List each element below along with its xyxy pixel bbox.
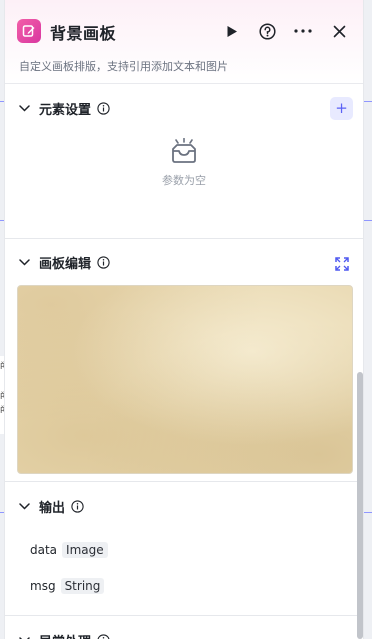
- output-name: data: [30, 543, 58, 557]
- info-icon[interactable]: [96, 101, 110, 115]
- output-type-tag: String: [60, 578, 105, 594]
- fullscreen-icon[interactable]: [335, 256, 349, 271]
- section-header[interactable]: 输出: [5, 482, 363, 530]
- info-icon[interactable]: [70, 499, 84, 513]
- run-button[interactable]: [221, 20, 243, 42]
- output-name: msg: [30, 579, 56, 593]
- vertical-scrollbar[interactable]: [357, 372, 363, 639]
- chevron-down-icon[interactable]: [17, 633, 31, 639]
- background-connector: [364, 101, 372, 102]
- panel-description: 自定义画板排版，支持引用添加文本和图片: [19, 60, 228, 73]
- info-icon[interactable]: [96, 633, 110, 639]
- play-icon: [227, 25, 237, 37]
- section-title: 元素设置: [39, 102, 92, 118]
- chevron-down-icon[interactable]: [17, 255, 31, 269]
- section-title: 画板编辑: [39, 256, 92, 272]
- add-element-button[interactable]: +: [330, 97, 353, 120]
- section-title: 异常处理: [39, 631, 91, 639]
- info-icon[interactable]: [96, 255, 110, 269]
- section-output: 输出 data Image msg String: [5, 482, 363, 616]
- close-button[interactable]: [328, 20, 350, 42]
- background-connector: [364, 512, 372, 513]
- section-exception-handling: 异常处理: [5, 616, 363, 639]
- section-header[interactable]: 画板编辑: [5, 239, 363, 285]
- help-button[interactable]: [256, 20, 278, 42]
- background-connector: [364, 220, 372, 221]
- panel-title: 背景画板: [50, 24, 117, 43]
- section-header[interactable]: 异常处理: [5, 616, 363, 639]
- close-icon: [333, 25, 345, 37]
- output-row: data Image: [5, 532, 363, 568]
- chevron-down-icon[interactable]: [17, 101, 31, 115]
- section-header[interactable]: 元素设置 +: [5, 84, 363, 132]
- node-config-panel: 背景画板 自定义画板排版，支持引用添加文本和图片 元素设置 + 参数为空 画板编…: [4, 0, 364, 639]
- section-canvas-editor: 画板编辑: [5, 239, 363, 482]
- section-element-settings: 元素设置 + 参数为空: [5, 84, 363, 239]
- output-type-tag: Image: [62, 542, 108, 558]
- more-icon: [294, 29, 312, 33]
- panel-header: 背景画板 自定义画板排版，支持引用添加文本和图片: [5, 0, 363, 84]
- edit-board-icon: [17, 19, 41, 43]
- empty-state-text: 参数为空: [162, 174, 206, 187]
- chevron-down-icon[interactable]: [17, 499, 31, 513]
- section-title: 输出: [39, 500, 66, 516]
- empty-inbox-icon: [172, 138, 196, 163]
- canvas-preview[interactable]: [17, 285, 353, 474]
- help-icon: [258, 22, 276, 40]
- output-row: msg String: [5, 568, 363, 604]
- more-button[interactable]: [292, 20, 314, 42]
- empty-state: 参数为空: [5, 132, 363, 238]
